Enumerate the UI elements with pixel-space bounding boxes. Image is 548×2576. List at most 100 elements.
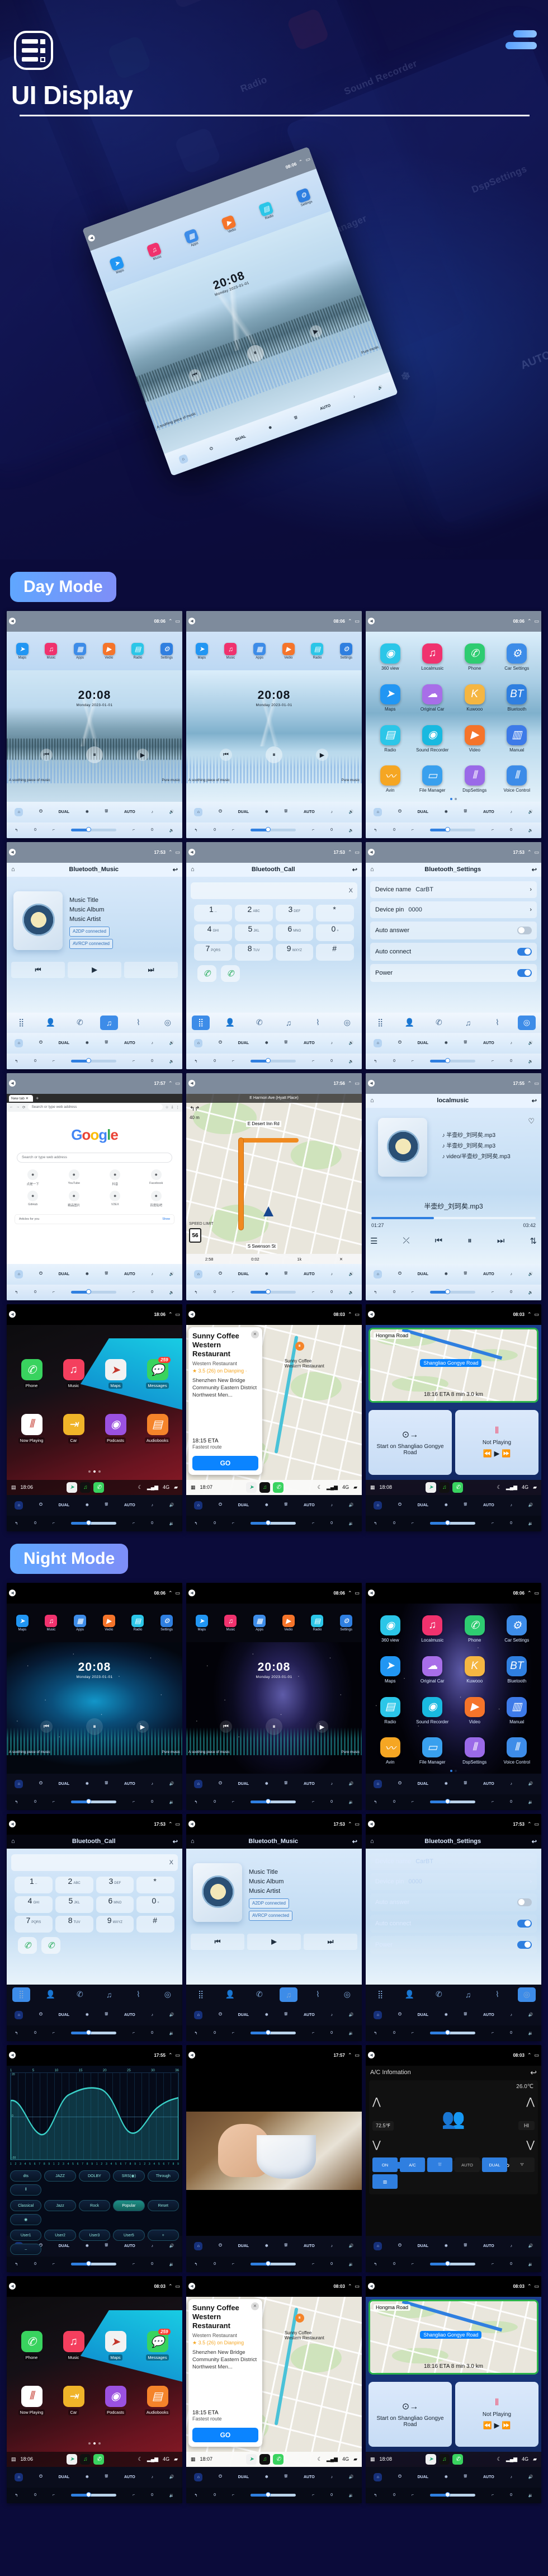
app-kuwooo[interactable]: K Kuwooo — [453, 678, 496, 718]
home-icon[interactable]: ⌂ — [370, 866, 374, 873]
music-icon[interactable]: ♫ — [439, 2453, 450, 2465]
dial-input[interactable]: X — [191, 882, 357, 899]
power-icon[interactable]: ⏻ — [39, 2013, 42, 2017]
auto-label[interactable]: AUTO — [304, 1503, 315, 1507]
volume-down-icon[interactable]: 🔉 — [169, 2031, 174, 2036]
ac-button-on[interactable]: ON — [372, 2157, 398, 2173]
app-phone[interactable]: ✆ Phone — [453, 1609, 496, 1650]
back-icon[interactable]: ↰ — [15, 2262, 18, 2267]
back-arrow-icon[interactable]: ◀ — [368, 618, 375, 625]
back-arrow-icon[interactable]: ◀ — [9, 2283, 16, 2290]
video-player[interactable] — [186, 2065, 362, 2236]
dial-key-8[interactable]: 8 TUV — [55, 1915, 93, 1933]
right-temp-value[interactable]: HI — [518, 2121, 535, 2131]
ac-button-dual[interactable]: DUAL — [482, 2157, 507, 2173]
tab-settings[interactable]: ◎ — [517, 1987, 536, 2002]
screenshot-night-bluetooth-settings[interactable]: ◀ 17:53 ⌃ ▭ ⌂ Bluetooth_Settings ↩ Devic… — [366, 1814, 541, 2041]
call-button[interactable]: ✆ — [197, 965, 216, 982]
app-car-settings[interactable]: ⚙ Car Settings — [496, 1609, 538, 1650]
dock-item-vedio[interactable]: ▶ Vedio — [276, 1614, 302, 1632]
volume-down-icon[interactable]: 🔉 — [528, 2493, 533, 2498]
app-manual[interactable]: ▥ Manual — [496, 1690, 538, 1731]
back-arrow-icon[interactable]: ◀ — [368, 1821, 375, 1828]
home-icon[interactable]: ⌂ — [370, 1838, 374, 1845]
dock-item-music[interactable]: ♫ Music — [38, 642, 64, 660]
power-icon[interactable]: ⏻ — [219, 1041, 222, 1045]
volume-up-icon[interactable]: 🔊 — [349, 2244, 354, 2248]
eq-preset-user1[interactable]: User1 — [10, 2230, 42, 2241]
seat-heat-icon[interactable]: ⌐ — [133, 1521, 135, 1525]
power-icon[interactable]: ⏻ — [398, 1503, 401, 1507]
back-arrow-icon[interactable]: ◀ — [9, 849, 16, 856]
dial-key-4[interactable]: 4 GHI — [194, 924, 232, 941]
dial-key-7[interactable]: 7 PQRS — [194, 943, 232, 961]
back-icon[interactable]: ↰ — [15, 1059, 18, 1064]
tab-call[interactable]: ✆ — [71, 1016, 89, 1030]
recents-icon[interactable]: ▭ — [175, 2052, 180, 2058]
dock-item-settings[interactable]: ⚙ Settings — [333, 1614, 360, 1632]
tab-keypad[interactable]: ⣿ — [371, 1987, 389, 2002]
screenshot-day-browser[interactable]: ◀ 17:57 ⌃ ▭ New tab ✕ + ← → ⟳ Search or … — [7, 1073, 182, 1300]
tab-contacts[interactable]: 👤 — [41, 1987, 59, 2002]
auto-label[interactable]: AUTO — [124, 810, 135, 814]
dial-key-3[interactable]: 3 DEF — [275, 904, 314, 922]
tab-contacts[interactable]: 👤 — [221, 1016, 239, 1030]
seat-icon[interactable]: ⌐ — [412, 1290, 414, 1294]
dual-label[interactable]: DUAL — [238, 1272, 249, 1276]
back-arrow-icon[interactable]: ◀ — [368, 2052, 375, 2059]
playlist-item[interactable]: ♪ 半壶纱_刘珂矣.mp3 — [442, 1141, 537, 1151]
back-icon[interactable]: ↰ — [15, 1290, 18, 1295]
app-localmusic[interactable]: ♫ Localmusic — [412, 1609, 454, 1650]
call-button[interactable]: ✆ — [18, 1936, 37, 1954]
fan-icon[interactable]: ♪ — [151, 1503, 153, 1507]
clear-icon[interactable]: X — [169, 1859, 173, 1866]
carplay-app-now-playing[interactable]: ⦀ Now Playing — [12, 2375, 51, 2426]
seat-icon[interactable]: ⌐ — [412, 828, 414, 832]
power-icon[interactable]: ⏻ — [219, 1503, 222, 1507]
home-icon[interactable]: ⌂ — [194, 2241, 203, 2250]
eq-preset-user5[interactable]: User5 — [113, 2230, 145, 2241]
screenshot-night-carplay-poi[interactable]: ◀ 08:03 ⌃ ▭ ⏸ Sunny Coffee Western Resta… — [186, 2276, 362, 2503]
dock-item-settings[interactable]: ⚙ Settings — [285, 184, 324, 211]
app-radio[interactable]: ▤ Radio — [369, 1690, 412, 1731]
dual-label[interactable]: DUAL — [59, 1041, 69, 1045]
prev-button[interactable]: ⏮ — [191, 1933, 244, 1950]
eq-preset-through[interactable]: Through — [147, 2170, 179, 2182]
seat-icon[interactable]: ⌐ — [232, 1290, 234, 1294]
home-icon[interactable]: ⌂ — [15, 2010, 23, 2019]
volume-up-icon[interactable]: 🔊 — [349, 810, 354, 814]
fan-slider[interactable] — [70, 1289, 117, 1295]
address-bar[interactable]: Search or type web address — [28, 1104, 163, 1111]
back-icon[interactable]: ↰ — [194, 2031, 197, 2036]
snowflake-icon[interactable]: ❄ — [268, 425, 273, 431]
toggle-switch[interactable] — [517, 969, 532, 977]
eq-preset-◉[interactable]: ◉ — [10, 2214, 42, 2226]
dock-item-music[interactable]: ♫ Music — [218, 1614, 244, 1632]
seat-icon[interactable]: ⌐ — [412, 1059, 414, 1063]
screenshot-day-home-2[interactable]: ◀ 08:06 ⌃ ▭ ➤ Maps ♫ Music ▦ Apps ▶ Vedi… — [186, 611, 362, 838]
dock-item-settings[interactable]: ⚙ Settings — [154, 642, 180, 660]
back-arrow-icon[interactable]: ◀ — [368, 1080, 375, 1087]
download-icon[interactable]: ⤓ — [172, 1105, 173, 1110]
app-kuwooo[interactable]: K Kuwooo — [453, 1649, 496, 1690]
auto-label[interactable]: AUTO — [304, 2244, 315, 2248]
seat-heat-icon[interactable]: ⌐ — [133, 1800, 135, 1804]
seat-icon[interactable]: ⌐ — [232, 1800, 234, 1804]
seat-heat-icon[interactable]: ⌐ — [312, 1521, 314, 1525]
defrost-icon[interactable]: ⛆ — [464, 1272, 467, 1276]
volume-up-icon[interactable]: 🔊 — [169, 2475, 174, 2479]
fan-slider[interactable] — [70, 1058, 117, 1064]
dial-key-#[interactable]: # — [136, 1915, 174, 1933]
fan-icon[interactable]: ♪ — [510, 1782, 512, 1786]
home-icon[interactable]: ⌂ — [374, 2010, 382, 2019]
carplay-app-phone[interactable]: ✆ Phone — [12, 1348, 51, 1399]
recents-icon[interactable]: ▭ — [534, 1080, 539, 1087]
chevron-up-icon[interactable]: ⌃ — [348, 618, 352, 624]
defrost-icon[interactable]: ⛆ — [464, 1781, 467, 1786]
tab-bluetooth[interactable]: ⌇ — [129, 1016, 147, 1030]
auto-label[interactable]: AUTO — [124, 1041, 135, 1045]
seat-icon[interactable]: ⌐ — [412, 2031, 414, 2035]
chevron-up-icon[interactable]: ⌃ — [527, 1311, 532, 1318]
articles-card[interactable]: Articles for you Show — [15, 1214, 174, 1224]
auto-label[interactable]: AUTO — [483, 1782, 494, 1786]
